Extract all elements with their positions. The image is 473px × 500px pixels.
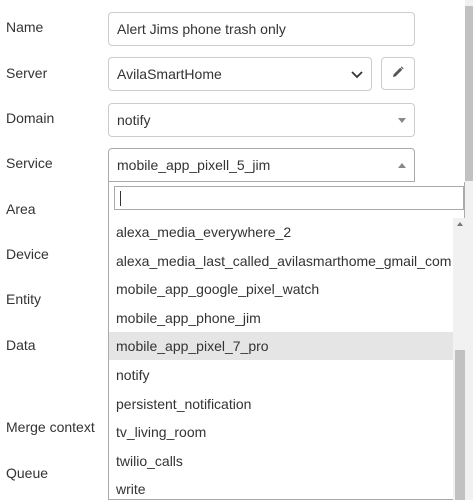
name-input[interactable]: Alert Jims phone trash only: [108, 12, 415, 46]
dropdown-option[interactable]: mobile_app_pixel_7_pro: [109, 332, 454, 361]
page-scrollbar-thumb[interactable]: [465, 6, 473, 181]
dropdown-option[interactable]: mobile_app_google_pixel_watch: [109, 275, 454, 303]
chevron-down-icon: [351, 66, 363, 82]
merge-context-label: Merge context: [6, 419, 95, 435]
domain-combobox-value: notify: [117, 112, 151, 128]
name-label: Name: [6, 19, 44, 35]
dropdown-option[interactable]: alexa_media_everywhere_2: [109, 218, 454, 246]
service-label: Service: [6, 155, 53, 171]
caret-down-icon: [398, 117, 406, 123]
text-cursor: [120, 191, 121, 206]
dropdown-option[interactable]: tv_living_room: [109, 418, 454, 446]
server-label: Server: [6, 65, 48, 81]
edit-server-button[interactable]: [381, 57, 415, 90]
service-dropdown: alexa_media_everywhere_2 alexa_media_last…: [108, 182, 465, 500]
caret-up-icon: [398, 162, 406, 168]
server-select[interactable]: AvilaSmartHome: [108, 57, 372, 91]
server-select-value: AvilaSmartHome: [117, 66, 222, 82]
queue-label: Queue: [6, 465, 49, 481]
page-scrollbar[interactable]: [465, 0, 473, 500]
dropdown-scrollbar[interactable]: [453, 218, 465, 500]
name-input-value: Alert Jims phone trash only: [117, 21, 286, 37]
dropdown-option[interactable]: write: [109, 475, 454, 499]
dropdown-search-input[interactable]: [114, 186, 464, 210]
service-combobox[interactable]: mobile_app_pixell_5_jim: [108, 148, 415, 182]
area-label: Area: [6, 201, 36, 217]
domain-label: Domain: [6, 110, 55, 126]
dropdown-option[interactable]: twilio_calls: [109, 447, 454, 475]
scroll-up-arrow-icon[interactable]: [457, 222, 463, 226]
dropdown-option[interactable]: mobile_app_phone_jim: [109, 304, 454, 332]
dropdown-option[interactable]: alexa_media_last_called_avilasmarthome_g…: [109, 247, 454, 275]
device-label: Device: [6, 246, 49, 262]
entity-label: Entity: [6, 291, 42, 307]
domain-combobox[interactable]: notify: [108, 103, 415, 137]
data-label: Data: [6, 337, 36, 353]
dropdown-option[interactable]: notify: [109, 361, 454, 389]
dropdown-option[interactable]: persistent_notification: [109, 390, 454, 418]
pencil-icon: [392, 65, 404, 83]
dropdown-scrollbar-thumb[interactable]: [455, 350, 465, 500]
service-combobox-value: mobile_app_pixell_5_jim: [117, 157, 271, 173]
